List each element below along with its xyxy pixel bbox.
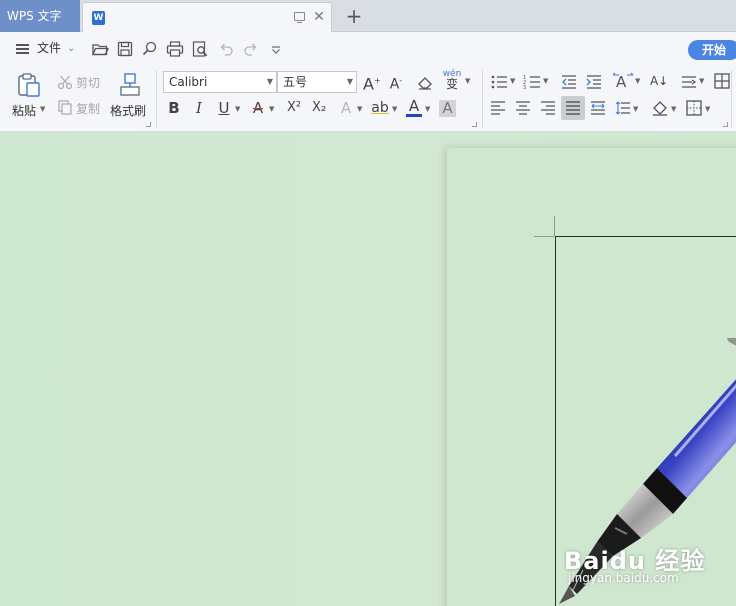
bold-button[interactable]: B xyxy=(166,99,182,119)
text-effects-dropdown-icon[interactable]: ▼ xyxy=(357,100,362,118)
svg-text:A: A xyxy=(616,73,627,91)
customize-toolbar-icon[interactable] xyxy=(267,40,285,58)
copy-icon[interactable] xyxy=(57,99,73,115)
format-painter-label[interactable]: 格式刷 xyxy=(110,102,146,119)
bullet-dropdown-icon[interactable]: ▼ xyxy=(510,72,515,90)
paste-label[interactable]: 粘贴 xyxy=(12,102,36,119)
start-tab-button[interactable]: 开始 xyxy=(688,40,736,60)
numbered-list-icon[interactable]: 1 2 3 xyxy=(523,73,541,91)
underline-button[interactable]: U xyxy=(216,99,232,119)
highlight-dropdown-icon[interactable]: ▼ xyxy=(392,100,397,118)
shading-bucket-icon[interactable] xyxy=(651,100,669,116)
redo-icon[interactable] xyxy=(242,40,260,58)
ribbon-home: 粘贴 ▼ 剪切 复制 格式刷 Calibri ▼ 五号 ▼ A+ A- wén 变… xyxy=(0,66,736,132)
sort-icon[interactable]: A↓ xyxy=(650,72,668,92)
text-direction-dropdown-icon[interactable]: ▼ xyxy=(635,72,640,90)
paste-dropdown-icon[interactable]: ▼ xyxy=(40,100,45,118)
document-workspace: Baidu 经验 jingyan.baidu.com xyxy=(0,133,736,606)
align-right-icon[interactable] xyxy=(540,100,556,116)
format-painter-icon[interactable] xyxy=(118,72,142,98)
decrease-indent-icon[interactable] xyxy=(560,73,578,91)
font-color-button[interactable]: A xyxy=(406,97,422,117)
document-page[interactable] xyxy=(447,148,736,606)
subscript-button[interactable]: X₂ xyxy=(308,99,330,119)
font-size-select[interactable]: 五号 ▼ xyxy=(277,71,357,93)
text-direction-icon[interactable]: A xyxy=(612,71,634,91)
line-break-dropdown-icon[interactable]: ▼ xyxy=(699,72,704,90)
borders-icon[interactable] xyxy=(686,100,702,116)
text-effects-button[interactable]: A xyxy=(338,99,354,119)
group-separator xyxy=(482,70,483,128)
chevron-down-icon: ▼ xyxy=(346,77,353,86)
quick-access-bar: 文件 ⌄ 开始 xyxy=(0,32,736,66)
margin-corner-mark xyxy=(554,216,555,236)
chevron-down-icon: ▼ xyxy=(266,77,273,86)
distributed-align-icon[interactable] xyxy=(590,100,606,116)
line-break-icon[interactable] xyxy=(680,73,698,91)
close-icon[interactable]: ✕ xyxy=(311,8,327,26)
superscript-button[interactable]: X² xyxy=(283,99,305,119)
monitor-icon[interactable] xyxy=(294,12,305,23)
line-spacing-icon[interactable] xyxy=(615,100,631,116)
document-tab[interactable]: W ✕ xyxy=(82,2,332,32)
clipboard-group-launcher[interactable] xyxy=(146,122,151,127)
find-icon[interactable] xyxy=(141,40,159,58)
clear-format-eraser-icon[interactable] xyxy=(416,73,434,91)
scissors-icon[interactable] xyxy=(57,74,73,90)
bullet-list-icon[interactable] xyxy=(490,73,508,91)
group-separator xyxy=(156,70,157,128)
font-color-dropdown-icon[interactable]: ▼ xyxy=(425,100,430,118)
group-separator xyxy=(731,70,732,128)
character-shading-button[interactable]: A xyxy=(439,100,456,117)
grow-font-icon[interactable]: A+ xyxy=(363,72,381,93)
align-center-icon[interactable] xyxy=(515,100,531,116)
new-tab-plus-icon[interactable]: + xyxy=(342,3,366,29)
margin-corner-mark xyxy=(534,236,554,237)
word-document-icon: W xyxy=(92,11,105,25)
print-icon[interactable] xyxy=(166,40,184,58)
save-icon[interactable] xyxy=(116,40,134,58)
pinyin-dropdown-icon[interactable]: ▼ xyxy=(465,72,470,90)
pinyin-guide-icon[interactable]: wén 变 xyxy=(442,69,462,90)
shading-dropdown-icon[interactable]: ▼ xyxy=(671,100,676,118)
font-name-select[interactable]: Calibri ▼ xyxy=(163,71,277,93)
align-left-icon[interactable] xyxy=(490,100,506,116)
font-name-value: Calibri xyxy=(169,75,208,89)
numbering-dropdown-icon[interactable]: ▼ xyxy=(543,72,548,90)
paragraph-group-launcher[interactable] xyxy=(723,122,728,127)
svg-text:3: 3 xyxy=(523,85,526,91)
highlight-button[interactable]: ab xyxy=(370,99,390,119)
undo-icon[interactable] xyxy=(217,40,235,58)
line-spacing-dropdown-icon[interactable]: ▼ xyxy=(633,100,638,118)
print-preview-icon[interactable] xyxy=(191,40,209,58)
watermark-url: jingyan.baidu.com xyxy=(568,571,679,585)
strikethrough-button[interactable]: A xyxy=(250,99,266,119)
strikethrough-dropdown-icon[interactable]: ▼ xyxy=(269,100,274,118)
app-tab[interactable]: WPS 文字 xyxy=(0,0,80,32)
shrink-font-icon[interactable]: A- xyxy=(388,72,404,93)
borders-dropdown-icon[interactable]: ▼ xyxy=(705,100,710,118)
paste-icon[interactable] xyxy=(16,72,42,98)
font-group-launcher[interactable] xyxy=(472,122,477,127)
chevron-down-icon[interactable]: ⌄ xyxy=(67,32,75,65)
copy-label[interactable]: 复制 xyxy=(76,100,100,117)
font-size-value: 五号 xyxy=(283,75,308,89)
italic-button[interactable]: I xyxy=(191,99,207,119)
underline-dropdown-icon[interactable]: ▼ xyxy=(235,100,240,118)
file-menu-label[interactable]: 文件 xyxy=(37,32,61,65)
justify-icon[interactable] xyxy=(565,100,581,116)
increase-indent-icon[interactable] xyxy=(585,73,603,91)
cut-label[interactable]: 剪切 xyxy=(76,74,100,91)
open-folder-icon[interactable] xyxy=(91,40,109,58)
hamburger-menu-icon[interactable] xyxy=(16,44,29,54)
tab-bar: WPS 文字 W ✕ + xyxy=(0,0,736,32)
table-insert-icon[interactable] xyxy=(713,72,731,90)
